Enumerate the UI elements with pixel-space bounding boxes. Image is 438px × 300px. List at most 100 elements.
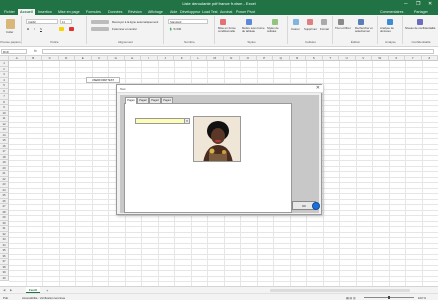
sort-filter-button[interactable]: Trier et filtrer	[335, 27, 355, 30]
wrap-text-button[interactable]: Renvoyer à la ligne automatiquement	[112, 20, 158, 24]
merge-center-button[interactable]: Fusionner et centrer	[112, 27, 137, 31]
column-header[interactable]: A	[9, 56, 26, 61]
horizontal-scrollbar[interactable]	[270, 289, 410, 292]
sensitivity-icon[interactable]	[417, 19, 423, 25]
tab-review[interactable]: Révision	[128, 10, 142, 14]
column-header[interactable]: P	[256, 56, 273, 61]
italic-icon[interactable]: I	[34, 27, 35, 31]
find-select-button[interactable]: Rechercher et sélectionner	[355, 27, 377, 33]
insert-button[interactable]: Insérer	[291, 27, 300, 31]
conditional-format-icon[interactable]	[220, 19, 226, 25]
column-header[interactable]: K	[174, 56, 191, 61]
name-box[interactable]: D19	[1, 48, 27, 54]
comments-button[interactable]: Commentaires	[380, 10, 403, 14]
column-header[interactable]: S	[306, 56, 323, 61]
column-header[interactable]: R	[289, 56, 306, 61]
close-button[interactable]: ✕	[428, 1, 432, 7]
column-header[interactable]: Q	[273, 56, 290, 61]
view-mode-icons[interactable]: ▦ ▤ ▥	[346, 296, 355, 300]
analyze-data-button[interactable]: Analyse de données	[380, 27, 402, 33]
tab-insert[interactable]: Insertion	[38, 10, 52, 14]
tab-file[interactable]: Fichier	[4, 10, 15, 14]
column-header[interactable]: L	[190, 56, 207, 61]
analyze-data-icon[interactable]	[387, 19, 393, 25]
dialog-title-bar[interactable]: Test ✕	[117, 85, 323, 93]
dialog-close-icon[interactable]: ✕	[316, 86, 320, 91]
delete-button[interactable]: Supprimer	[304, 27, 317, 31]
column-header[interactable]: T	[322, 56, 339, 61]
column-header[interactable]: W	[372, 56, 389, 61]
column-header[interactable]: G	[108, 56, 125, 61]
column-header[interactable]: F	[91, 56, 108, 61]
tab-page1[interactable]: Page1	[125, 96, 137, 104]
column-header[interactable]: E	[75, 56, 92, 61]
tab-acrobat[interactable]: Acrobat	[220, 10, 232, 14]
bold-icon[interactable]: G	[27, 27, 29, 31]
tab-developer[interactable]: Développeur	[180, 10, 200, 14]
column-header[interactable]: Y	[405, 56, 422, 61]
formula-input[interactable]	[42, 48, 434, 54]
format-button[interactable]: Format	[320, 27, 329, 31]
tab-load-test[interactable]: Load Test	[202, 10, 218, 14]
column-header[interactable]: N	[223, 56, 240, 61]
accessibility-status[interactable]: Accessibilité : Vérification terminée	[22, 296, 65, 300]
next-sheet-icon[interactable]: ▶	[10, 288, 12, 292]
tab-data[interactable]: Données	[108, 10, 122, 14]
sensitivity-button[interactable]: Niveau de confidentialité	[405, 27, 437, 30]
insert-cells-icon[interactable]	[293, 19, 299, 25]
fill-color-icon[interactable]	[59, 27, 64, 31]
column-header[interactable]: I	[141, 56, 158, 61]
tab-power-pivot[interactable]: Power Pivot	[236, 10, 255, 14]
conditional-format-button[interactable]: Mise en forme conditionnelle	[218, 27, 242, 33]
format-table-button[interactable]: Mettre sous forme de tableau	[242, 27, 266, 33]
grid-row-line	[9, 226, 438, 227]
minimize-button[interactable]: ─	[404, 1, 408, 7]
column-header[interactable]: M	[207, 56, 224, 61]
format-cells-icon[interactable]	[321, 19, 327, 25]
delete-cells-icon[interactable]	[307, 19, 313, 25]
fx-icon[interactable]: fx	[34, 49, 37, 53]
column-header[interactable]: J	[157, 56, 174, 61]
tab-help[interactable]: Aide	[170, 10, 177, 14]
align-top-icon[interactable]	[91, 20, 109, 24]
tab-formulas[interactable]: Formules	[86, 10, 101, 14]
column-header[interactable]: O	[240, 56, 257, 61]
ok-button[interactable]: OK	[292, 201, 320, 210]
format-table-icon[interactable]	[246, 19, 252, 25]
restore-button[interactable]: ❐	[416, 1, 420, 7]
userform-test-button[interactable]: USERFORM TEST	[86, 77, 120, 83]
font-name-select[interactable]: Calibri	[26, 19, 58, 24]
column-header[interactable]: B	[25, 56, 42, 61]
alignment-group: Renvoyer à la ligne automatiquement Fusi…	[88, 16, 164, 44]
column-header[interactable]: U	[339, 56, 356, 61]
tab-view[interactable]: Affichage	[148, 10, 163, 14]
zoom-slider-thumb[interactable]	[388, 296, 390, 299]
align-left-icon[interactable]	[91, 27, 109, 31]
grid-row-line	[9, 264, 438, 266]
currency-icon[interactable]: 💲 % 000	[169, 27, 181, 31]
font-color-icon[interactable]	[69, 27, 74, 31]
cell-styles-button[interactable]: Styles de cellules	[267, 27, 287, 33]
column-header[interactable]: C	[42, 56, 59, 61]
font-size-select[interactable]: 11	[60, 19, 72, 24]
column-header[interactable]: V	[355, 56, 372, 61]
underline-icon[interactable]: S	[40, 27, 42, 31]
column-header[interactable]: X	[388, 56, 405, 61]
add-sheet-icon[interactable]: +	[46, 288, 48, 293]
column-header[interactable]: H	[124, 56, 141, 61]
number-format-select[interactable]: Standard	[168, 19, 208, 24]
chevron-down-icon[interactable]: ▾	[184, 119, 189, 123]
column-header[interactable]: D	[58, 56, 75, 61]
find-select-icon[interactable]	[358, 19, 364, 25]
paste-icon[interactable]	[6, 19, 15, 29]
column-header[interactable]: Z	[421, 56, 438, 61]
tab-page-layout[interactable]: Mise en page	[58, 10, 80, 14]
dropdown-combobox[interactable]: ▾	[135, 118, 190, 124]
prev-sheet-icon[interactable]: ◀	[3, 288, 5, 292]
sort-filter-icon[interactable]	[338, 19, 344, 25]
clipboard-group-label: Presse-papiers	[0, 40, 21, 44]
share-button[interactable]: Partager	[414, 10, 428, 14]
zoom-level[interactable]: 100 %	[418, 296, 426, 300]
row-header[interactable]: 40	[0, 275, 9, 281]
cell-styles-icon[interactable]	[272, 19, 278, 25]
